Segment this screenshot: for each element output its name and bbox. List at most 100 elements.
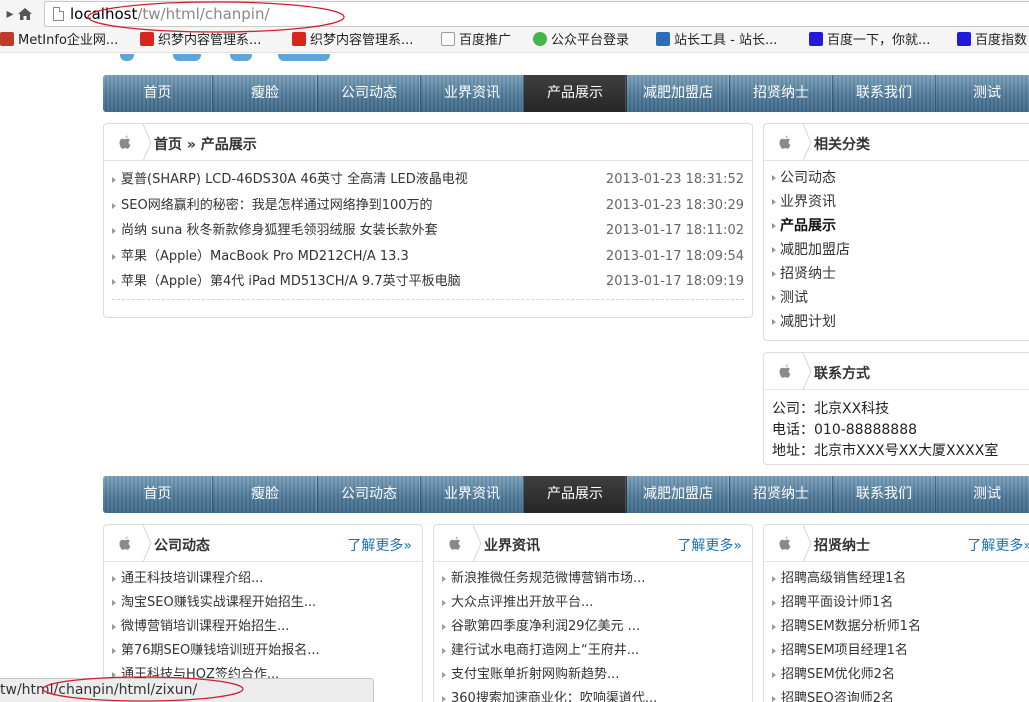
- nav-item[interactable]: 公司动态: [318, 75, 421, 112]
- news-title[interactable]: 招聘SEM数据分析师1名: [781, 616, 921, 638]
- article-title[interactable]: 苹果（Apple）第4代 iPad MD513CH/A 9.7英寸平板电脑: [121, 271, 461, 293]
- box-title: 相关分类: [814, 137, 870, 153]
- bookmark-item[interactable]: 织梦内容管理系...: [292, 32, 413, 50]
- news-item[interactable]: 建行试水电商打造网上“王府井...: [442, 640, 746, 662]
- news-item[interactable]: 招聘SEO咨询师2名: [772, 688, 1029, 702]
- baidu-icon: [809, 32, 823, 46]
- browser-toolbar: ▸ localhost/tw/html/chanpin/: [0, 0, 1029, 29]
- related-categories-box: 相关分类 公司动态 业界资讯 产品展示 减肥加盟店 招贤纳士 测试 减肥计划: [763, 123, 1029, 341]
- status-bar: tw/html/chanpin/html/zixun/: [0, 678, 374, 702]
- bookmark-label: 百度推广: [459, 33, 512, 48]
- news-box: 招贤纳士 了解更多» 招聘高级销售经理1名 招聘平面设计师1名 招聘SEM数据分析师1名…: [763, 524, 1029, 702]
- news-title[interactable]: 招聘SEM项目经理1名: [781, 640, 908, 662]
- bookmark-item[interactable]: 站长工具 - 站长...: [656, 32, 777, 50]
- contact-address: 地址：北京市XXX号XX大厦XXXX室: [772, 443, 999, 459]
- news-item[interactable]: 支付宝账单折射网购新趋势...: [442, 664, 746, 686]
- news-item[interactable]: 微博营销培训课程开始招生...: [112, 616, 416, 638]
- nav-item[interactable]: 首页: [103, 75, 213, 112]
- news-title[interactable]: 谷歌第四季度净利润29亿美元 ...: [451, 616, 640, 638]
- nav-item[interactable]: 公司动态: [318, 476, 421, 513]
- category-label: 产品展示: [780, 218, 836, 234]
- news-item[interactable]: 淘宝SEO赚钱实战课程开始招生...: [112, 592, 416, 614]
- bookmark-item[interactable]: 百度一下，你就...: [809, 32, 930, 50]
- status-url: tw/html/chanpin/html/zixun/: [0, 682, 198, 698]
- bookmark-item[interactable]: MetInfo企业网...: [0, 32, 118, 50]
- address-bar[interactable]: localhost/tw/html/chanpin/: [44, 1, 1029, 27]
- news-title[interactable]: 第76期SEO赚钱培训班开始报名...: [121, 640, 320, 662]
- nav-item[interactable]: 产品展示: [524, 75, 627, 112]
- apple-icon: [779, 135, 791, 149]
- more-link[interactable]: 了解更多»: [347, 535, 412, 555]
- news-item[interactable]: 大众点评推出开放平台...: [442, 592, 746, 614]
- news-item[interactable]: 招聘SEM项目经理1名: [772, 640, 1029, 662]
- nav-item[interactable]: 招贤纳士: [730, 476, 833, 513]
- news-item[interactable]: 新浪推微任务规范微博营销市场...: [442, 568, 746, 590]
- nav-item[interactable]: 瘦脸: [213, 476, 318, 513]
- news-title[interactable]: 建行试水电商打造网上“王府井...: [451, 640, 639, 662]
- news-title[interactable]: 淘宝SEO赚钱实战课程开始招生...: [121, 592, 316, 614]
- nav-item[interactable]: 招贤纳士: [730, 75, 833, 112]
- bookmark-item[interactable]: 织梦内容管理系...: [140, 32, 261, 50]
- header-chevron-separator: [142, 525, 152, 562]
- nav-item[interactable]: 联系我们: [833, 476, 936, 513]
- news-item[interactable]: 谷歌第四季度净利润29亿美元 ...: [442, 616, 746, 638]
- main-nav: 首页 瘦脸 公司动态 业界资讯 产品展示 减肥加盟店 招贤纳士 联系我们 测试: [103, 75, 1029, 112]
- header-chevron-separator: [802, 124, 812, 161]
- news-item[interactable]: 招聘SEM数据分析师1名: [772, 616, 1029, 638]
- article-title[interactable]: SEO网络赢利的秘密：我是怎样通过网络挣到100万的: [121, 195, 433, 217]
- nav-item[interactable]: 业界资讯: [421, 476, 524, 513]
- nav-item[interactable]: 业界资讯: [421, 75, 524, 112]
- article-row[interactable]: 苹果（Apple）MacBook Pro MD212CH/A 13.3 2013-…: [112, 246, 744, 268]
- breadcrumb-home[interactable]: 首页: [154, 137, 182, 153]
- article-date: 2013-01-23 18:31:52: [605, 172, 744, 187]
- nav-item[interactable]: 减肥加盟店: [627, 75, 730, 112]
- nav-item[interactable]: 测试: [936, 75, 1029, 112]
- nav-item[interactable]: 联系我们: [833, 75, 936, 112]
- url-text[interactable]: localhost/tw/html/chanpin/: [70, 5, 270, 23]
- news-title[interactable]: 通王科技培训课程介绍...: [121, 568, 263, 590]
- article-row[interactable]: SEO网络赢利的秘密：我是怎样通过网络挣到100万的 2013-01-23 18:…: [112, 195, 744, 217]
- article-title[interactable]: 夏普(SHARP) LCD-46DS30A 46英寸 全高清 LED液晶电视: [121, 169, 468, 191]
- product-list-box: 首页 » 产品展示 夏普(SHARP) LCD-46DS30A 46英寸 全高清…: [103, 123, 753, 318]
- news-item[interactable]: 360搜索加速商业化：吹响渠道代...: [442, 688, 746, 702]
- news-title[interactable]: 360搜索加速商业化：吹响渠道代...: [451, 688, 657, 702]
- article-row[interactable]: 夏普(SHARP) LCD-46DS30A 46英寸 全高清 LED液晶电视 20…: [112, 169, 744, 191]
- article-row[interactable]: 苹果（Apple）第4代 iPad MD513CH/A 9.7英寸平板电脑 201…: [112, 271, 744, 293]
- news-title[interactable]: 招聘高级销售经理1名: [781, 568, 906, 590]
- more-link[interactable]: 了解更多»: [967, 535, 1029, 555]
- box-title: 招贤纳士: [814, 538, 870, 554]
- page-icon: [441, 32, 455, 46]
- news-item[interactable]: 第76期SEO赚钱培训班开始报名...: [112, 640, 416, 662]
- news-title[interactable]: 支付宝账单折射网购新趋势...: [451, 664, 619, 686]
- dedecms-icon: [140, 32, 154, 46]
- box-header: 公司动态 了解更多»: [104, 525, 422, 562]
- bookmark-item[interactable]: 公众平台登录: [533, 32, 629, 50]
- news-item[interactable]: 通王科技培训课程介绍...: [112, 568, 416, 590]
- nav-item[interactable]: 测试: [936, 476, 1029, 513]
- apple-icon: [119, 135, 131, 149]
- article-title[interactable]: 尚纳 suna 秋冬新款修身狐狸毛领羽绒服 女装长款外套: [121, 220, 438, 242]
- bookmark-item[interactable]: 百度推广: [441, 32, 511, 50]
- nav-item[interactable]: 首页: [103, 476, 213, 513]
- bookmark-item[interactable]: 百度指数: [957, 32, 1027, 50]
- contact-box: 联系方式 公司：北京XX科技 电话：010-88888888 地址：北京市XXX…: [763, 352, 1029, 465]
- nav-item[interactable]: 瘦脸: [213, 75, 318, 112]
- home-icon[interactable]: [15, 4, 35, 24]
- more-link[interactable]: 了解更多»: [677, 535, 742, 555]
- news-title[interactable]: 招聘平面设计师1名: [781, 592, 893, 614]
- news-title[interactable]: 大众点评推出开放平台...: [451, 592, 593, 614]
- nav-item[interactable]: 产品展示: [524, 476, 627, 513]
- news-title[interactable]: 招聘SEO咨询师2名: [781, 688, 894, 702]
- news-title[interactable]: 招聘SEM优化师2名: [781, 664, 895, 686]
- category-label: 减肥计划: [780, 314, 836, 330]
- article-title[interactable]: 苹果（Apple）MacBook Pro MD212CH/A 13.3: [121, 246, 409, 268]
- news-item[interactable]: 招聘平面设计师1名: [772, 592, 1029, 614]
- nav-item[interactable]: 减肥加盟店: [627, 476, 730, 513]
- site-logo[interactable]: [118, 54, 338, 62]
- news-item[interactable]: 招聘SEM优化师2名: [772, 664, 1029, 686]
- news-item[interactable]: 招聘高级销售经理1名: [772, 568, 1029, 590]
- wechat-icon: [533, 32, 547, 46]
- news-title[interactable]: 微博营销培训课程开始招生...: [121, 616, 289, 638]
- article-row[interactable]: 尚纳 suna 秋冬新款修身狐狸毛领羽绒服 女装长款外套 2013-01-17 1…: [112, 220, 744, 242]
- news-title[interactable]: 新浪推微任务规范微博营销市场...: [451, 568, 645, 590]
